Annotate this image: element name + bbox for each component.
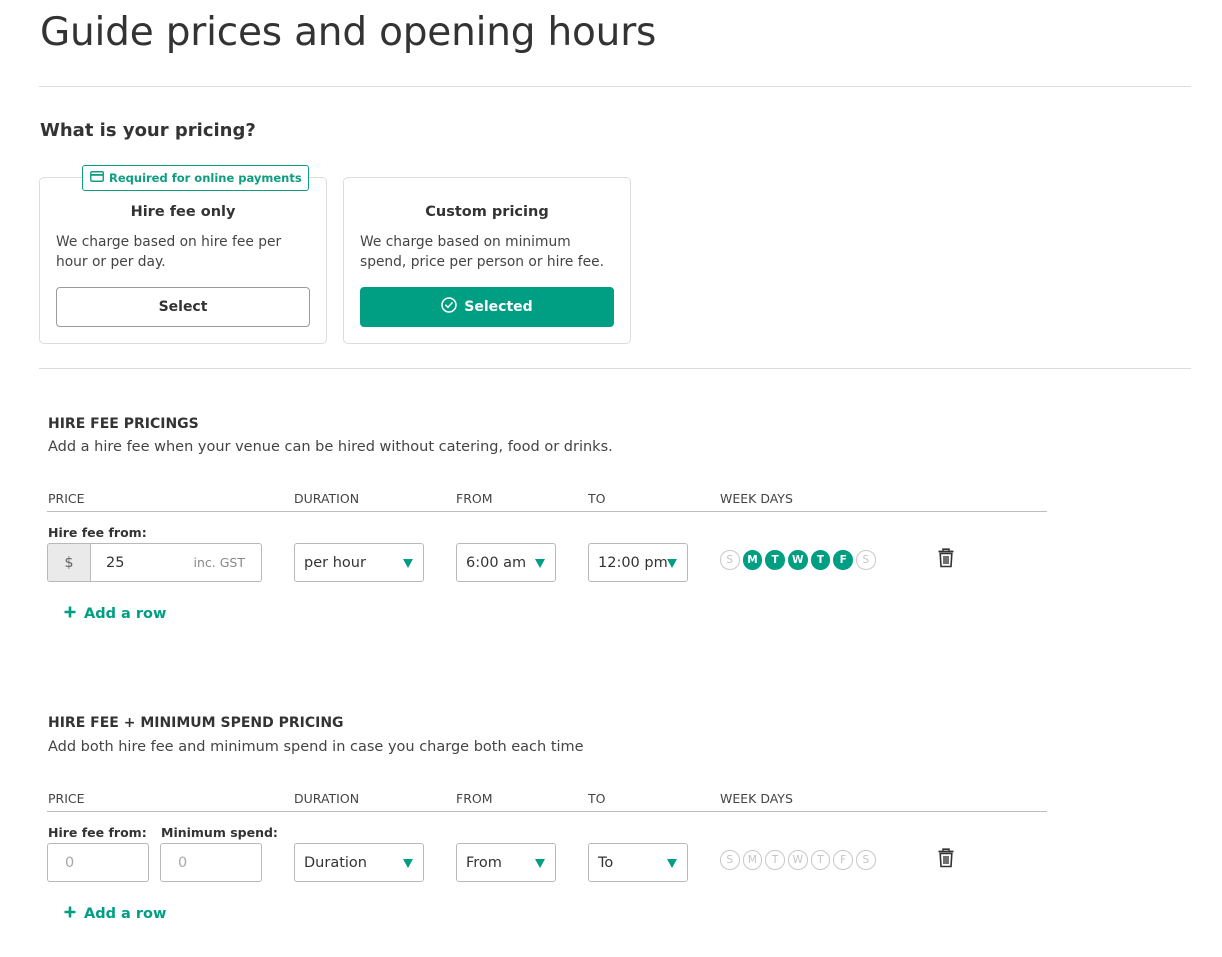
from-time-value: 6:00 am (466, 554, 527, 571)
caret-down-icon (535, 859, 545, 868)
option-title: Custom pricing (425, 204, 549, 220)
pricing-option-hire-fee-only: Hire fee only We charge based on hire fe… (39, 177, 327, 344)
column-header-from: FROM (456, 491, 493, 506)
selected-custom-pricing-button[interactable]: Selected (360, 287, 614, 327)
duration-select[interactable]: per hour (294, 543, 424, 582)
hire-fee-section-title: HIRE FEE PRICINGS (48, 416, 199, 432)
column-header-duration: DURATION (294, 491, 360, 506)
select-hire-fee-only-button[interactable]: Select (56, 287, 310, 327)
check-circle-icon (441, 297, 458, 317)
credit-card-icon (90, 171, 104, 185)
hire-fee-section-subtitle: Add a hire fee when your venue can be hi… (48, 439, 613, 455)
divider (39, 368, 1191, 369)
minimum-spend-placeholder: 0 (178, 854, 188, 871)
column-header-weekdays: WEEK DAYS (720, 491, 793, 506)
pricing-option-custom: Custom pricing We charge based on minimu… (343, 177, 631, 344)
from-time-value: From (466, 854, 502, 871)
minimum-spend-label: Minimum spend: (161, 825, 278, 840)
option-description: We charge based on minimum spend, price … (360, 234, 604, 270)
caret-down-icon (535, 559, 545, 568)
caret-down-icon (667, 859, 677, 868)
trash-icon[interactable] (937, 848, 955, 868)
duration-select[interactable]: Duration (294, 843, 424, 882)
add-row-button[interactable]: Add a row (64, 906, 166, 922)
weekday-saturday[interactable]: S (856, 850, 876, 870)
column-header-from: FROM (456, 791, 493, 806)
weekday-friday[interactable]: F (833, 850, 853, 870)
weekday-saturday[interactable]: S (856, 550, 876, 570)
plus-icon (64, 906, 76, 922)
option-description: We charge based on hire fee per hour or … (56, 234, 282, 270)
duration-value: per hour (304, 554, 366, 571)
column-header-duration: DURATION (294, 791, 360, 806)
trash-icon[interactable] (937, 548, 955, 568)
column-header-price: PRICE (48, 791, 85, 806)
from-time-select[interactable]: From (456, 843, 556, 882)
weekday-picker: S M T W T F S (720, 850, 876, 870)
weekday-wednesday[interactable]: W (788, 550, 808, 570)
weekday-monday[interactable]: M (742, 850, 763, 870)
divider (39, 86, 1191, 87)
from-time-select[interactable]: 6:00 am (456, 543, 556, 582)
add-row-button[interactable]: Add a row (64, 606, 166, 622)
selected-button-label: Selected (464, 299, 533, 315)
to-time-select[interactable]: 12:00 pm (588, 543, 688, 582)
page-title: Guide prices and opening hours (40, 10, 657, 55)
column-header-weekdays: WEEK DAYS (720, 791, 793, 806)
gst-suffix: inc. GST (193, 555, 245, 570)
caret-down-icon (403, 859, 413, 868)
hire-fee-value[interactable]: 25 (91, 544, 194, 581)
table-header-line (47, 511, 1047, 512)
add-row-label: Add a row (84, 906, 167, 922)
to-time-value: To (598, 854, 614, 871)
pricing-question: What is your pricing? (40, 120, 256, 141)
hire-fee-label: Hire fee from: (48, 825, 147, 840)
hire-fee-price-input[interactable]: $ 25 inc. GST (47, 543, 262, 582)
option-title: Hire fee only (130, 204, 236, 220)
caret-down-icon (667, 559, 677, 568)
weekday-picker: S M T W T F S (720, 550, 876, 570)
add-row-label: Add a row (84, 606, 167, 622)
plus-icon (64, 606, 76, 622)
hire-fee-label: Hire fee from: (48, 525, 147, 540)
hire-min-section-title: HIRE FEE + MINIMUM SPEND PRICING (48, 715, 344, 731)
weekday-thursday[interactable]: T (810, 850, 831, 870)
required-badge-label: Required for online payments (109, 171, 302, 185)
weekday-sunday[interactable]: S (720, 550, 740, 570)
weekday-friday[interactable]: F (833, 550, 853, 570)
column-header-price: PRICE (48, 491, 85, 506)
column-header-to: TO (588, 791, 606, 806)
hire-min-section-subtitle: Add both hire fee and minimum spend in c… (48, 739, 584, 755)
weekday-tuesday[interactable]: T (765, 550, 785, 570)
weekday-monday[interactable]: M (742, 550, 763, 570)
currency-prefix: $ (48, 544, 91, 581)
weekday-tuesday[interactable]: T (765, 850, 785, 870)
to-time-select[interactable]: To (588, 843, 688, 882)
weekday-wednesday[interactable]: W (788, 850, 808, 870)
weekday-thursday[interactable]: T (810, 550, 831, 570)
select-button-label: Select (158, 299, 208, 315)
hire-fee-placeholder: 0 (65, 854, 75, 871)
to-time-value: 12:00 pm (598, 554, 668, 571)
duration-value: Duration (304, 854, 367, 871)
table-header-line (47, 811, 1047, 812)
column-header-to: TO (588, 491, 606, 506)
required-badge: Required for online payments (82, 165, 309, 191)
weekday-sunday[interactable]: S (720, 850, 740, 870)
minimum-spend-input[interactable]: 0 (160, 843, 262, 882)
caret-down-icon (403, 559, 413, 568)
hire-fee-input[interactable]: 0 (47, 843, 149, 882)
